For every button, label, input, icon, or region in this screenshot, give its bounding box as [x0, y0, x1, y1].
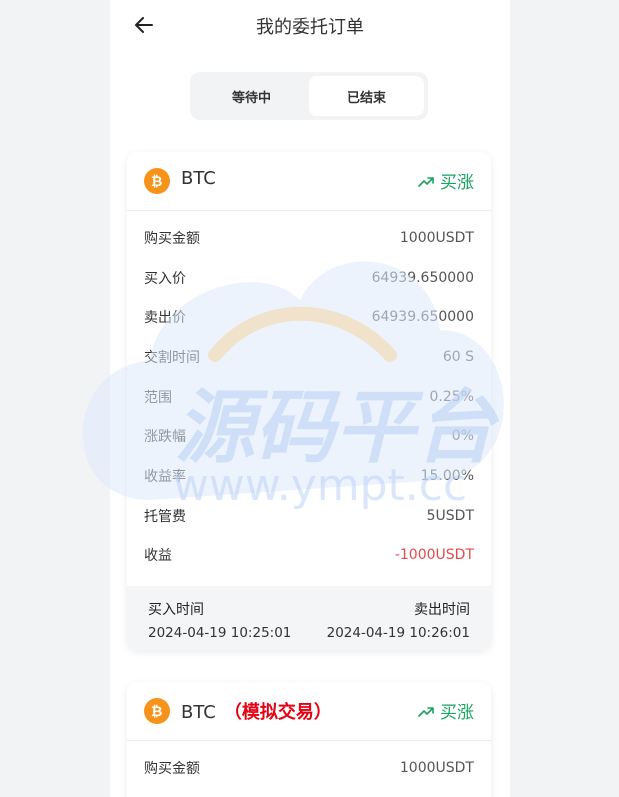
header: 我的委托订单 [110, 0, 510, 52]
direction-badge: 买涨 [418, 168, 474, 193]
profit-value: -1000USDT [394, 547, 474, 564]
list-item: 收益 -1000USDT [144, 547, 474, 565]
buy-time-value: 2024-04-19 10:25:01 [148, 625, 292, 641]
order-card: ₿ BTC 买涨 购买金额 1000USDT 买入价 64939.650000 卖出… [127, 152, 491, 650]
direction-badge: 买涨 [418, 698, 474, 723]
list-item: 托管费 5USDT [144, 507, 474, 525]
list-item: 收益率 15.00% [144, 467, 474, 485]
bitcoin-icon: ₿ [144, 168, 170, 194]
list-item: 涨跌幅 0% [144, 428, 474, 446]
coin-name: BTC （模拟交易） [181, 702, 332, 723]
list-item: 交割时间 60 S [144, 348, 474, 366]
tab-pending[interactable]: 等待中 [194, 76, 309, 116]
list-item: 范围 0.25% [144, 388, 474, 406]
tab-finished[interactable]: 已结束 [309, 76, 424, 116]
coin-name: BTC [181, 168, 216, 189]
order-card: ₿ BTC （模拟交易） 买涨 购买金额 1000USDT [127, 682, 491, 797]
simulated-trade-tag: （模拟交易） [223, 702, 332, 723]
sell-time-value: 2024-04-19 10:26:01 [326, 625, 470, 641]
trending-up-icon [418, 706, 434, 717]
order-detail-list: 购买金额 1000USDT [127, 741, 491, 788]
list-item: 卖出价 64939.650000 [144, 309, 474, 327]
svg-text:₿: ₿ [151, 174, 162, 189]
order-card-header: ₿ BTC （模拟交易） 买涨 [127, 682, 491, 741]
order-card-header: ₿ BTC 买涨 [127, 152, 491, 211]
order-detail-list: 购买金额 1000USDT 买入价 64939.650000 卖出价 64939.65… [127, 211, 491, 575]
list-item: 买入价 64939.650000 [144, 269, 474, 287]
list-item: 购买金额 1000USDT [144, 759, 474, 777]
order-status-tabs: 等待中 已结束 [190, 72, 428, 120]
phone-screen: 我的委托订单 等待中 已结束 ₿ BTC 买涨 购买金额 1000USDT 买入价… [110, 0, 510, 797]
order-time-footer: 买入时间 卖出时间 2024-04-19 10:25:01 2024-04-19… [127, 586, 491, 650]
bitcoin-icon: ₿ [144, 698, 170, 724]
trending-up-icon [418, 176, 434, 187]
svg-text:₿: ₿ [151, 704, 162, 719]
page-title: 我的委托订单 [256, 17, 364, 38]
list-item: 购买金额 1000USDT [144, 229, 474, 247]
sell-time-label: 卖出时间 [414, 602, 470, 618]
buy-time-label: 买入时间 [148, 602, 204, 618]
